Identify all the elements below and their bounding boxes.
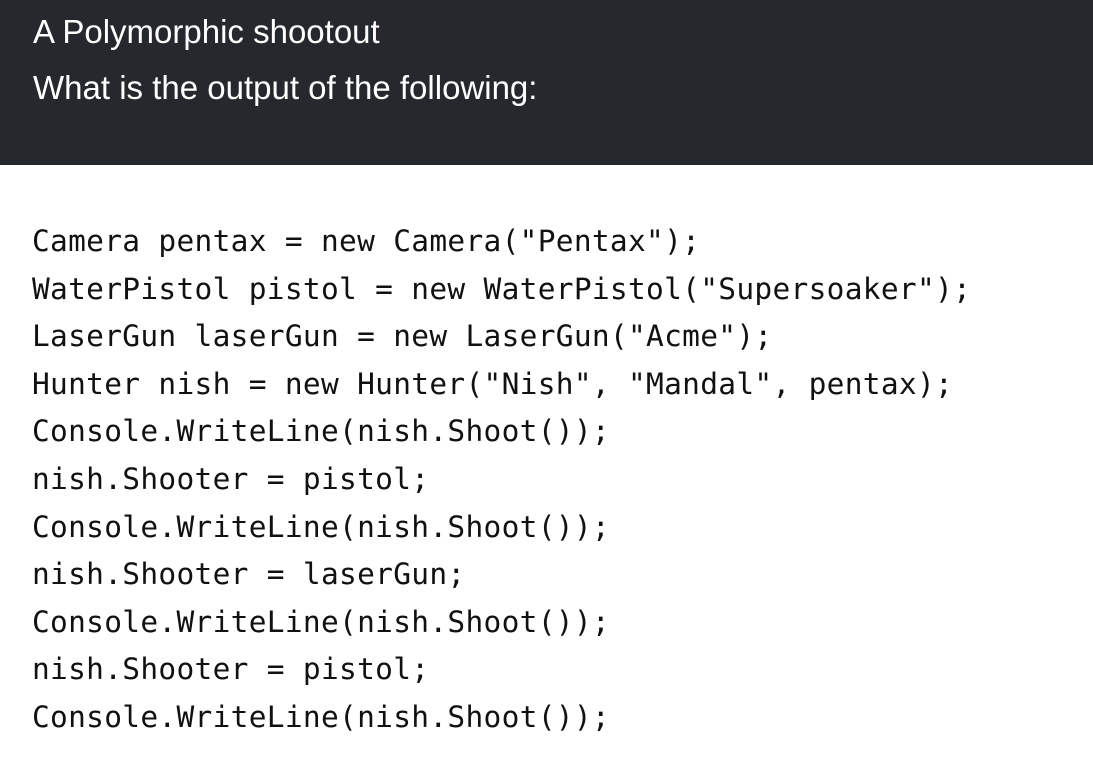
- code-line: Console.WriteLine(nish.Shoot());: [32, 414, 610, 449]
- code-line: Camera pentax = new Camera("Pentax");: [32, 224, 701, 258]
- code-line: Console.WriteLine(nish.Shoot());: [32, 604, 610, 639]
- code-line: nish.Shooter = pistol;: [32, 652, 430, 687]
- code-line: Console.WriteLine(nish.Shoot());: [32, 699, 610, 734]
- code-line: Console.WriteLine(nish.Shoot());: [32, 509, 610, 544]
- slide-title: A Polymorphic shootout: [33, 13, 380, 50]
- slide-header: A Polymorphic shootout What is the outpu…: [0, 0, 1093, 165]
- code-block: Camera pentax = new Camera("Pentax"); Wa…: [32, 218, 1082, 742]
- code-line: LaserGun laserGun = new LaserGun("Acme")…: [32, 319, 773, 354]
- code-line: nish.Shooter = laserGun;: [32, 557, 466, 592]
- slide-subtitle: What is the output of the following:: [33, 69, 538, 106]
- code-line: WaterPistol pistol = new WaterPistol("Su…: [32, 271, 972, 306]
- code-line: Hunter nish = new Hunter("Nish", "Mandal…: [32, 366, 954, 401]
- code-line: nish.Shooter = pistol;: [32, 461, 430, 496]
